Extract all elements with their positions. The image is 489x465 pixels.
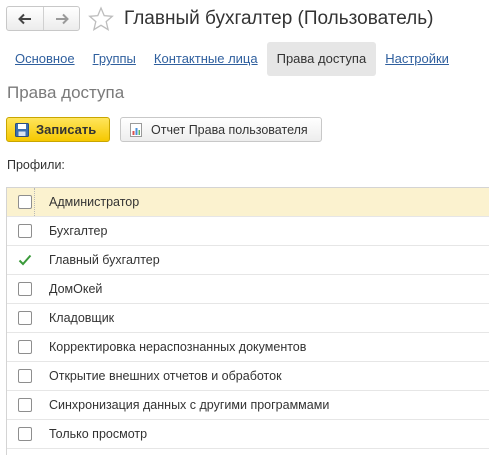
profile-name: Открытие внешних отчетов и обработок	[49, 369, 282, 383]
profile-checkbox[interactable]	[18, 427, 32, 441]
floppy-disk-icon	[15, 122, 29, 137]
profile-checkbox[interactable]	[18, 340, 32, 354]
profile-checkbox-cell	[7, 217, 43, 246]
profile-row[interactable]: Только просмотр	[7, 420, 489, 449]
profile-checkbox[interactable]	[18, 253, 32, 267]
tab-access-rights[interactable]: Права доступа	[266, 42, 377, 76]
check-mark-icon	[18, 254, 32, 266]
profiles-label: Профили:	[7, 158, 65, 172]
report-button-label: Отчет Права пользователя	[151, 122, 308, 137]
section-title: Права доступа	[7, 83, 125, 102]
tab-main[interactable]: Основное	[6, 42, 84, 76]
profile-name: ДомОкей	[49, 282, 103, 296]
navigation-buttons	[6, 6, 80, 31]
profile-row[interactable]: Администратор	[7, 188, 489, 217]
arrow-left-icon	[18, 13, 31, 24]
profile-checkbox[interactable]	[18, 195, 32, 209]
profile-checkbox-cell	[7, 391, 43, 420]
profile-checkbox[interactable]	[18, 224, 32, 238]
profiles-list: Администратор Бухгалтер Главный бухгалтер Д…	[6, 187, 489, 455]
arrow-right-icon	[55, 13, 69, 24]
profile-checkbox-cell	[7, 188, 43, 217]
profile-checkbox-cell	[7, 246, 43, 275]
profile-name: Синхронизация данных с другими программа…	[49, 398, 330, 412]
profile-checkbox-cell	[7, 420, 43, 449]
window-titlebar: Главный бухгалтер (Пользователь)	[0, 0, 489, 38]
profile-name: Главный бухгалтер	[49, 253, 160, 267]
profile-row[interactable]: ДомОкей	[7, 275, 489, 304]
tab-contacts[interactable]: Контактные лица	[145, 42, 267, 76]
user-rights-report-button[interactable]: Отчет Права пользователя	[120, 117, 322, 142]
profile-checkbox-cell	[7, 333, 43, 362]
profile-checkbox[interactable]	[18, 282, 32, 296]
forward-button[interactable]	[43, 7, 79, 30]
profile-checkbox[interactable]	[18, 398, 32, 412]
star-outline-icon	[88, 6, 114, 31]
profile-row[interactable]: Главный бухгалтер	[7, 246, 489, 275]
profile-checkbox-cell	[7, 275, 43, 304]
profile-name: Администратор	[49, 195, 140, 209]
profile-row[interactable]: Кладовщик	[7, 304, 489, 333]
form-tabs: Основное Группы Контактные лица Права до…	[6, 42, 458, 76]
save-button[interactable]: Записать	[6, 117, 110, 142]
profile-checkbox-cell	[7, 304, 43, 333]
profile-name: Только просмотр	[49, 427, 148, 441]
profile-checkbox[interactable]	[18, 311, 32, 325]
profile-row[interactable]: Корректировка нераспознанных документов	[7, 333, 489, 362]
profile-name: Бухгалтер	[49, 224, 108, 238]
profile-row[interactable]: Открытие внешних отчетов и обработок	[7, 362, 489, 391]
profile-checkbox-cell	[7, 362, 43, 391]
report-chart-icon	[130, 122, 142, 137]
save-button-label: Записать	[36, 122, 97, 137]
profile-name: Корректировка нераспознанных документов	[49, 340, 307, 354]
profile-row[interactable]: Синхронизация данных с другими программа…	[7, 391, 489, 420]
profile-row[interactable]: Бухгалтер	[7, 217, 489, 246]
profile-checkbox[interactable]	[18, 369, 32, 383]
window-title: Главный бухгалтер (Пользователь)	[124, 8, 434, 29]
tab-settings[interactable]: Настройки	[376, 42, 458, 76]
favorite-button[interactable]	[88, 6, 114, 32]
tab-groups[interactable]: Группы	[84, 42, 145, 76]
profile-name: Кладовщик	[49, 311, 115, 325]
back-button[interactable]	[7, 7, 43, 30]
